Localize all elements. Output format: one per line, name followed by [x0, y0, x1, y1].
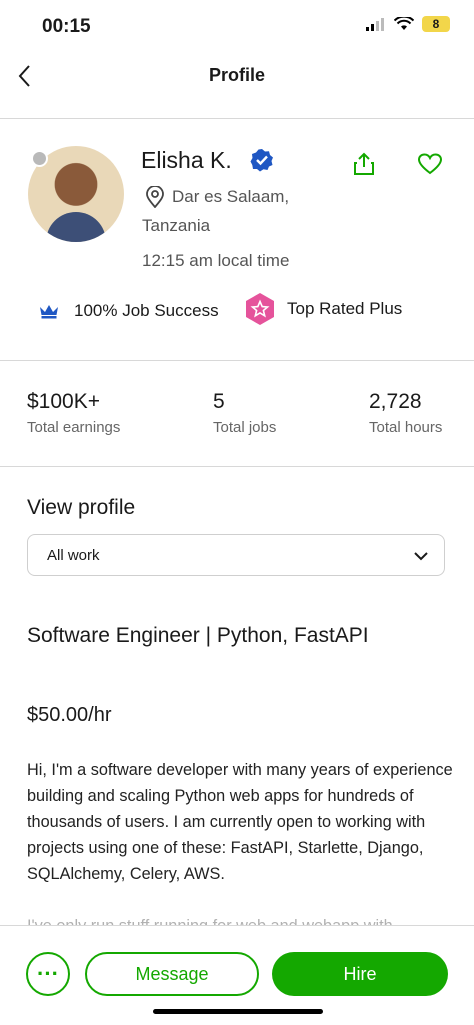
view-profile-heading: View profile: [27, 496, 136, 519]
top-rated-label: Top Rated Plus: [287, 299, 403, 318]
stat-earnings-label: Total earnings: [27, 419, 121, 436]
header-divider: [0, 118, 474, 119]
chevron-down-icon: [414, 552, 428, 561]
signal-icon: [366, 18, 384, 31]
page-title: Profile: [208, 65, 265, 85]
battery-indicator: 8: [422, 16, 450, 32]
location-pin-icon: [146, 186, 164, 208]
stat-jobs-value: 5: [213, 390, 225, 413]
verified-icon: [250, 149, 273, 172]
profile-headline: Software Engineer | Python, FastAPI: [27, 624, 369, 647]
local-time: 12:15 am local time: [142, 251, 290, 270]
top-rated-plus-badge-icon: [246, 293, 274, 325]
home-indicator: [153, 1009, 323, 1014]
stat-jobs-label: Total jobs: [213, 419, 277, 436]
status-icons: 8: [366, 16, 450, 32]
heart-icon[interactable]: [417, 151, 443, 177]
wifi-icon: [394, 17, 414, 30]
location-city: Dar es Salaam,: [172, 187, 290, 206]
section-divider: [0, 360, 474, 361]
job-success-label: 100% Job Success: [74, 301, 219, 320]
message-button[interactable]: Message: [85, 952, 259, 996]
share-icon[interactable]: [351, 151, 377, 177]
section-divider: [0, 466, 474, 467]
status-dot: [31, 150, 48, 167]
stat-hours-value: 2,728: [369, 390, 422, 413]
stat-hours-label: Total hours: [369, 419, 443, 436]
crown-icon: [40, 305, 58, 319]
profile-filter-select[interactable]: All work: [27, 534, 445, 576]
location-country: Tanzania: [142, 216, 211, 235]
profile-filter-value: All work: [47, 547, 100, 564]
stat-earnings-value: $100K+: [27, 390, 100, 413]
profile-name: Elisha K.: [141, 147, 232, 173]
hire-button[interactable]: Hire: [272, 952, 448, 996]
more-options-button[interactable]: ···: [26, 952, 70, 996]
status-time: 00:15: [42, 16, 91, 37]
profile-bio: Hi, I'm a software developer with many y…: [27, 761, 453, 883]
hourly-rate: $50.00/hr: [27, 704, 112, 726]
